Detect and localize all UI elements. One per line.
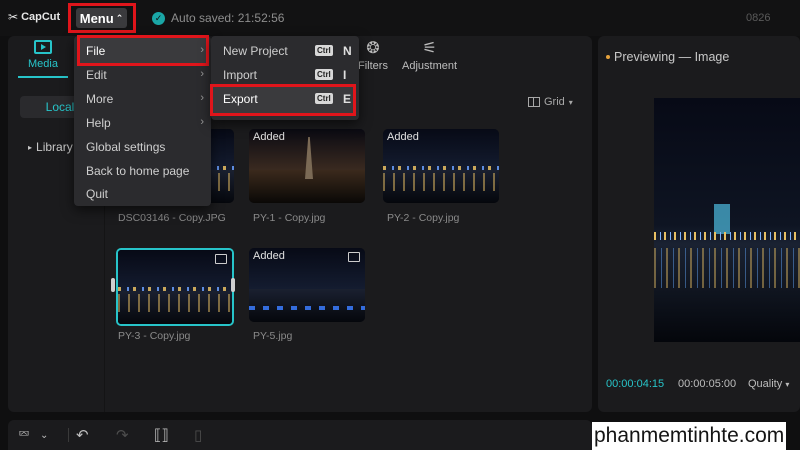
- added-badge: Added: [253, 250, 285, 262]
- menu-item-label: More: [86, 92, 114, 106]
- menu-item-label: File: [86, 44, 106, 58]
- top-bar: ✂ CapCut Menu ⌃ ✓ Auto saved: 21:52:56 0…: [0, 0, 800, 36]
- shortcut-key: N: [343, 44, 352, 58]
- menu-item-back-home[interactable]: Back to home page: [86, 164, 204, 178]
- submenu-item-label: Export: [223, 92, 258, 106]
- shortcut-key: I: [343, 68, 347, 82]
- redo-icon[interactable]: ↷: [116, 426, 129, 444]
- image-icon: [215, 254, 227, 264]
- shortcut-modifier: Ctrl: [315, 69, 333, 80]
- menu-item-global-settings[interactable]: Global settings: [86, 140, 204, 154]
- capcut-logo: ✂ CapCut: [8, 10, 60, 24]
- quality-label: Quality: [748, 378, 783, 390]
- tab-adjustment[interactable]: ⚟ Adjustment: [402, 40, 457, 72]
- capcut-logo-icon: ✂: [8, 10, 19, 24]
- caret-right-icon: ▸: [28, 142, 33, 152]
- added-badge: Added: [253, 131, 285, 143]
- submenu-item-label: New Project: [223, 44, 288, 58]
- menu-item-file-active[interactable]: File ›: [86, 44, 204, 58]
- check-icon: ✓: [152, 11, 165, 25]
- media-icon: [34, 40, 52, 54]
- menu-item-label: Help: [86, 116, 111, 130]
- status-dot-icon: [606, 55, 610, 59]
- menu-item-label: Global settings: [86, 140, 166, 154]
- select-cursor-icon[interactable]: ⮹: [18, 426, 30, 443]
- sidebar-item-library-label: Library: [36, 140, 73, 154]
- delete-icon[interactable]: ▯: [194, 426, 202, 444]
- chevron-down-icon[interactable]: ⌄: [40, 430, 48, 441]
- chevron-right-icon: ›: [200, 116, 204, 128]
- chevron-right-icon: ›: [200, 68, 204, 80]
- autosave-status: ✓ Auto saved: 21:52:56: [152, 11, 284, 25]
- watermark: phanmemtinhte.com: [592, 422, 787, 450]
- chevron-down-icon: ▾: [568, 97, 573, 107]
- submenu-item-label: Import: [223, 68, 258, 82]
- media-caption: PY-3 - Copy.jpg: [118, 330, 191, 342]
- filters-icon: ❂: [366, 40, 380, 57]
- chevron-right-icon: ›: [200, 92, 204, 104]
- preview-image: [654, 98, 800, 342]
- menu-item-help[interactable]: Help ›: [86, 116, 204, 130]
- preview-panel: Previewing — Image 00:00:04:15 00:00:05:…: [598, 36, 800, 412]
- project-id: 0826: [746, 12, 771, 24]
- menu-item-label: Edit: [86, 68, 107, 82]
- tab-active-indicator: [18, 76, 68, 78]
- menu-item-label: Back to home page: [86, 164, 190, 178]
- media-thumb[interactable]: Added: [383, 129, 499, 203]
- menu-item-quit[interactable]: Quit: [86, 187, 204, 201]
- menu-item-edit[interactable]: Edit ›: [86, 68, 204, 82]
- menu-item-label: Quit: [86, 187, 109, 201]
- preview-title-text: Previewing — Image: [614, 50, 730, 64]
- quality-dropdown[interactable]: Quality ▾: [748, 378, 789, 390]
- media-thumb[interactable]: Added: [249, 248, 365, 322]
- autosave-text: Auto saved: 21:52:56: [171, 11, 285, 25]
- menu-button-highlight: [68, 3, 136, 33]
- preview-title: Previewing — Image: [606, 50, 729, 64]
- shortcut-modifier: Ctrl: [315, 93, 333, 104]
- shortcut-modifier: Ctrl: [315, 45, 333, 56]
- added-badge: Added: [387, 131, 419, 143]
- logo-text: CapCut: [21, 11, 61, 23]
- media-caption: PY-5.jpg: [253, 330, 293, 342]
- adjustment-icon: ⚟: [422, 40, 437, 57]
- media-caption: DSC03146 - Copy.JPG: [118, 212, 226, 224]
- submenu-item-import[interactable]: Import Ctrl I: [223, 68, 353, 82]
- shortcut-key: E: [343, 92, 352, 106]
- timeline-toolbar: ⮹ ⌄ ↶ ↷ ⟦⟧ ▯: [8, 420, 592, 450]
- chevron-right-icon: ›: [200, 44, 204, 56]
- tab-filters-label: Filters: [358, 60, 388, 72]
- time-current: 00:00:04:15: [606, 378, 665, 390]
- undo-icon[interactable]: ↶: [76, 426, 89, 444]
- chevron-down-icon: ▾: [785, 380, 790, 389]
- trim-handle-right[interactable]: [231, 278, 235, 292]
- time-total: 00:00:05:00: [678, 378, 737, 390]
- trim-handle-left[interactable]: [111, 278, 115, 292]
- tab-filters[interactable]: ❂ Filters: [358, 40, 388, 72]
- media-caption: PY-2 - Copy.jpg: [387, 212, 460, 224]
- grid-label: Grid: [544, 96, 565, 108]
- media-thumb-selected[interactable]: [116, 248, 234, 326]
- media-thumb[interactable]: Added: [249, 129, 365, 203]
- submenu-item-new-project[interactable]: New Project Ctrl N: [223, 44, 353, 58]
- grid-view-toggle[interactable]: Grid ▾: [528, 96, 573, 108]
- menu-item-more[interactable]: More ›: [86, 92, 204, 106]
- tab-media-label: Media: [28, 58, 58, 70]
- toolbar-divider: [68, 428, 69, 442]
- grid-icon: [528, 97, 540, 107]
- split-icon[interactable]: ⟦⟧: [154, 426, 169, 444]
- media-caption: PY-1 - Copy.jpg: [253, 212, 326, 224]
- submenu-item-export[interactable]: Export Ctrl E: [223, 92, 353, 106]
- tab-media[interactable]: Media: [18, 40, 68, 78]
- tab-adjustment-label: Adjustment: [402, 60, 458, 72]
- image-icon: [348, 252, 360, 262]
